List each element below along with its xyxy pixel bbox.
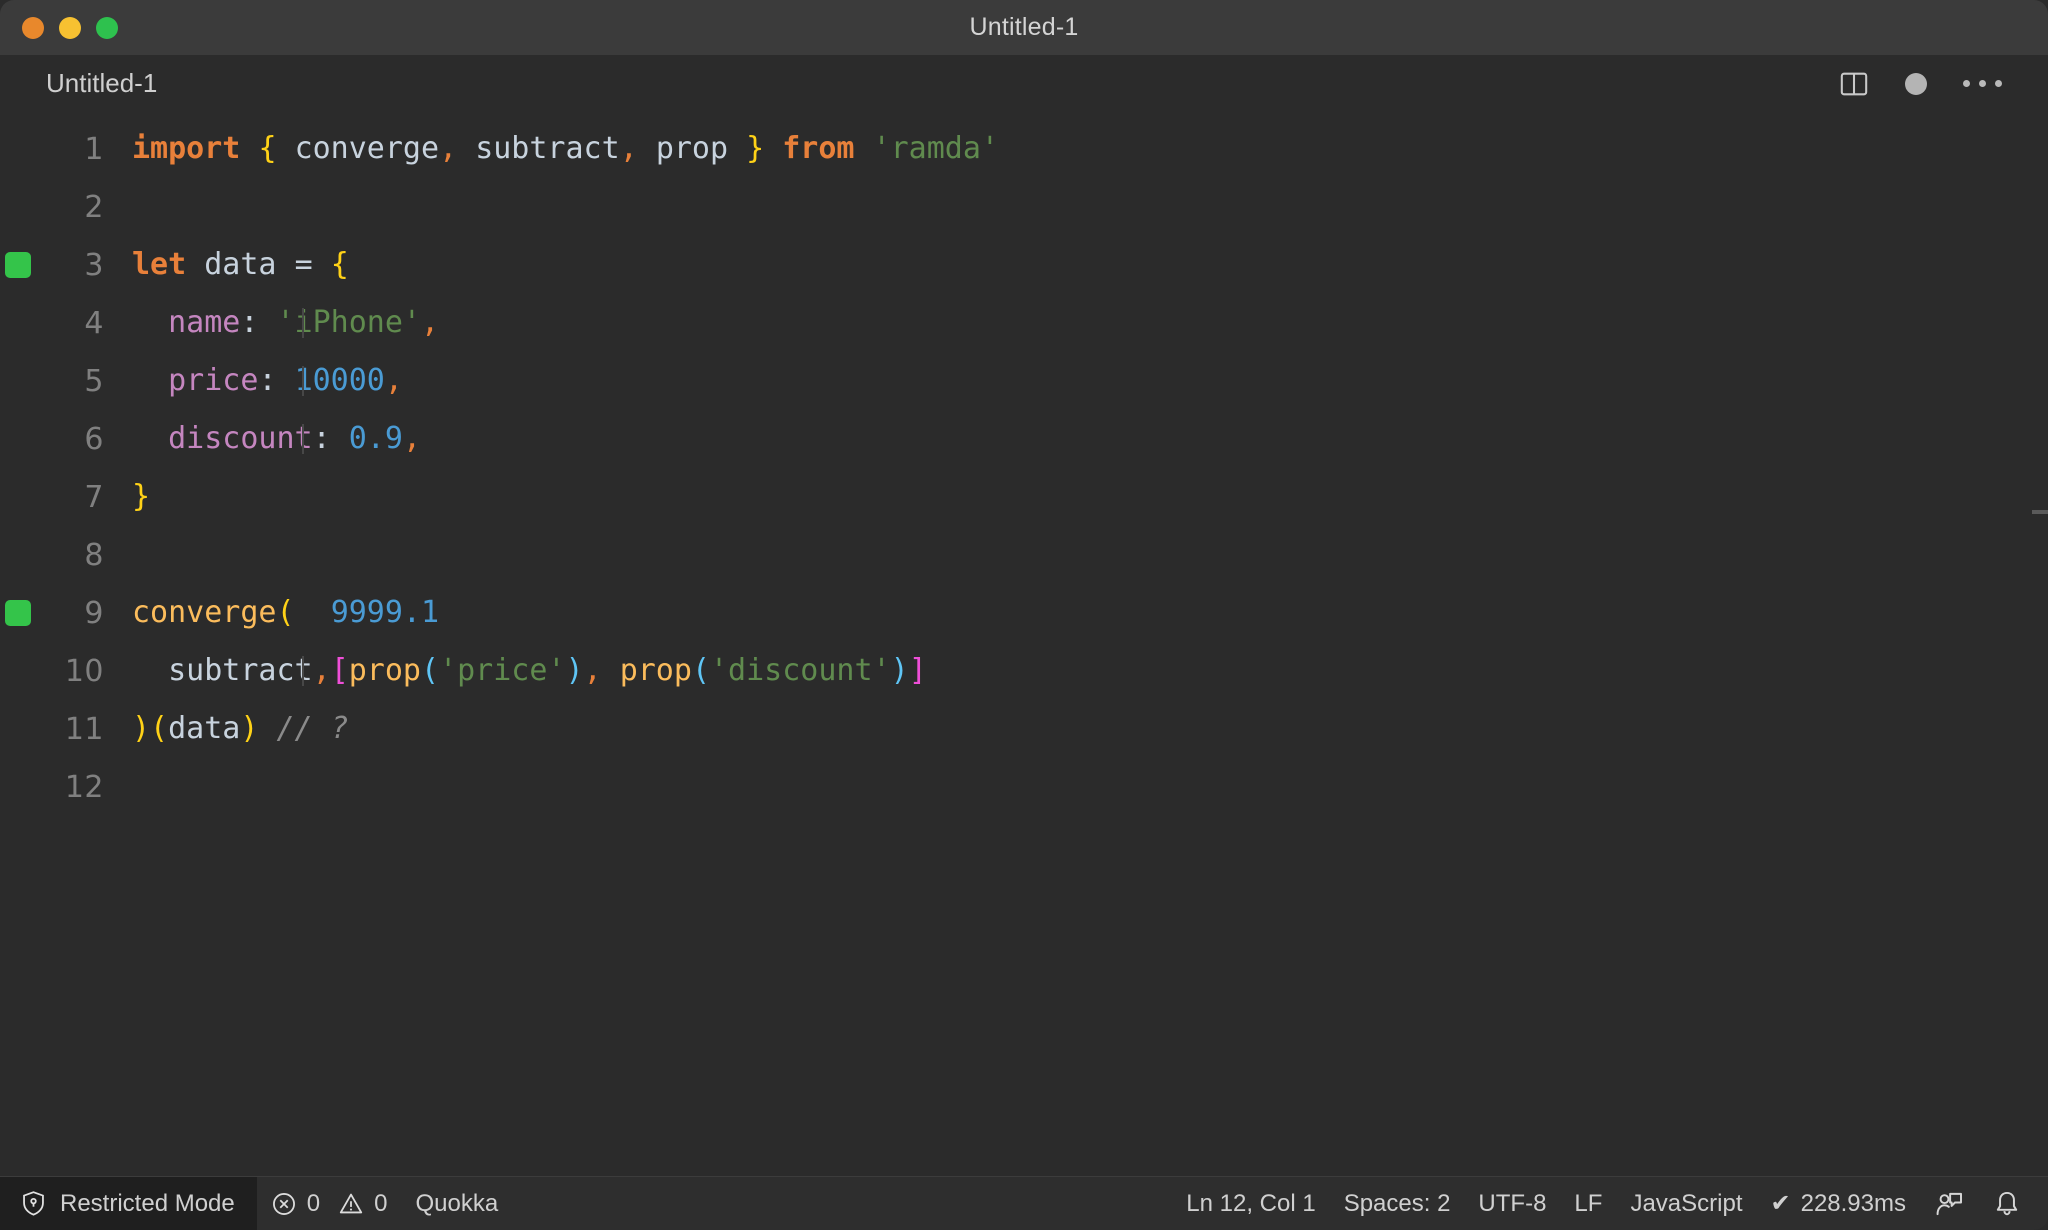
code-line[interactable]: 5 price: 10000, [0,352,2048,410]
close-window-button[interactable] [22,16,44,39]
window-title: Untitled-1 [969,13,1079,41]
indentation-label: Spaces: 2 [1343,1189,1451,1217]
code-line[interactable]: 1 import { converge, subtract, prop } fr… [0,120,2048,178]
line-content[interactable]: let data = { [128,250,2048,280]
status-indentation[interactable]: Spaces: 2 [1330,1177,1465,1230]
code-line[interactable]: 10 subtract,[prop('price'), prop('discou… [0,642,2048,700]
status-run-time[interactable]: ✔ 228.93ms [1756,1177,1920,1230]
line-content[interactable]: } [128,482,2048,512]
status-problems[interactable]: 0 0 [257,1177,402,1230]
warning-icon [338,1191,364,1217]
line-content[interactable]: subtract,[prop('price'), prop('discount'… [128,656,2048,686]
line-number: 5 [84,363,104,399]
indent-guide [302,308,304,338]
line-number: 7 [84,479,104,515]
code-line[interactable]: 9 converge( 9999.1 [0,584,2048,642]
code-line[interactable]: 4 name: 'iPhone', [0,294,2048,352]
line-content[interactable]: import { converge, subtract, prop } from… [128,134,2048,164]
title-bar: Untitled-1 [0,0,2048,55]
editor-tab-bar: Untitled-1 [0,55,2048,112]
code-line[interactable]: 3 let data = { [0,236,2048,294]
status-encoding[interactable]: UTF-8 [1464,1177,1560,1230]
status-bar: Restricted Mode 0 0 Quokka Ln 12, Col 1 … [0,1176,2048,1230]
line-content[interactable]: price: 10000, [128,366,2048,396]
line-number: 11 [64,711,104,747]
error-count: 0 [306,1189,321,1217]
editor-actions [1839,69,2020,99]
code-line[interactable]: 8 [0,526,2048,584]
line-number: 12 [64,769,104,805]
encoding-label: UTF-8 [1478,1189,1547,1217]
eol-label: LF [1574,1189,1603,1217]
status-quokka[interactable]: Quokka [401,1177,512,1230]
indent-guide [302,656,304,686]
code-line[interactable]: 7 } [0,468,2048,526]
bell-icon [1992,1189,2022,1219]
warning-count: 0 [374,1189,388,1217]
status-bar-left: Restricted Mode 0 0 Quokka [0,1177,512,1230]
restricted-mode-label: Restricted Mode [60,1189,235,1217]
line-number: 3 [84,247,104,283]
line-content[interactable]: discount: 0.9, [128,424,2048,454]
minimize-window-button[interactable] [59,16,81,39]
code-lines: 1 import { converge, subtract, prop } fr… [0,112,2048,816]
quokka-label: Quokka [415,1189,499,1217]
line-number: 1 [84,131,104,167]
line-number: 4 [84,305,104,341]
status-eol[interactable]: LF [1560,1177,1616,1230]
line-number: 9 [84,595,104,631]
code-line[interactable]: 2 [0,178,2048,236]
feedback-icon [1934,1189,1964,1219]
check-icon: ✔ [1770,1190,1791,1217]
code-line-current[interactable]: 12 [0,758,2048,816]
line-content[interactable]: )(data) // ? [128,714,2048,744]
error-icon [271,1191,297,1217]
line-content[interactable]: converge( 9999.1 [128,598,2048,628]
run-time-label: 228.93ms [1800,1189,1906,1217]
window-controls [0,16,118,39]
gutter-marker [0,600,36,626]
line-number: 8 [84,537,104,573]
line-number: 10 [64,653,104,689]
indent-guide [302,366,304,396]
code-line[interactable]: 6 discount: 0.9, [0,410,2048,468]
tab-untitled-1[interactable]: Untitled-1 [46,68,157,99]
status-cursor-position[interactable]: Ln 12, Col 1 [1172,1177,1329,1230]
gutter-marker [0,252,36,278]
maximize-window-button[interactable] [96,16,118,39]
status-restricted-mode[interactable]: Restricted Mode [0,1177,257,1230]
code-editor[interactable]: 1 import { converge, subtract, prop } fr… [0,112,2048,1176]
line-number: 2 [84,189,104,225]
code-line[interactable]: 11 )(data) // ? [0,700,2048,758]
more-actions-icon[interactable] [1963,80,2002,87]
unsaved-dot-icon[interactable] [1905,72,1927,95]
quokka-coverage-marker [5,252,31,278]
status-bar-right: Ln 12, Col 1 Spaces: 2 UTF-8 LF JavaScri… [1172,1177,2048,1230]
shield-icon [20,1190,47,1217]
language-mode-label: JavaScript [1630,1189,1743,1217]
status-language-mode[interactable]: JavaScript [1616,1177,1756,1230]
indent-guide [302,424,304,454]
quokka-inline-value: 9999.1 [330,595,440,630]
split-editor-icon[interactable] [1839,69,1869,99]
status-feedback[interactable] [1920,1177,1978,1230]
line-number: 6 [84,421,104,457]
quokka-coverage-marker [5,600,31,626]
vscode-window: Untitled-1 Untitled-1 1 import {converg… [0,0,2048,1230]
line-content[interactable]: name: 'iPhone', [128,308,2048,338]
status-notifications[interactable] [1978,1177,2036,1230]
cursor-position-label: Ln 12, Col 1 [1186,1189,1316,1217]
